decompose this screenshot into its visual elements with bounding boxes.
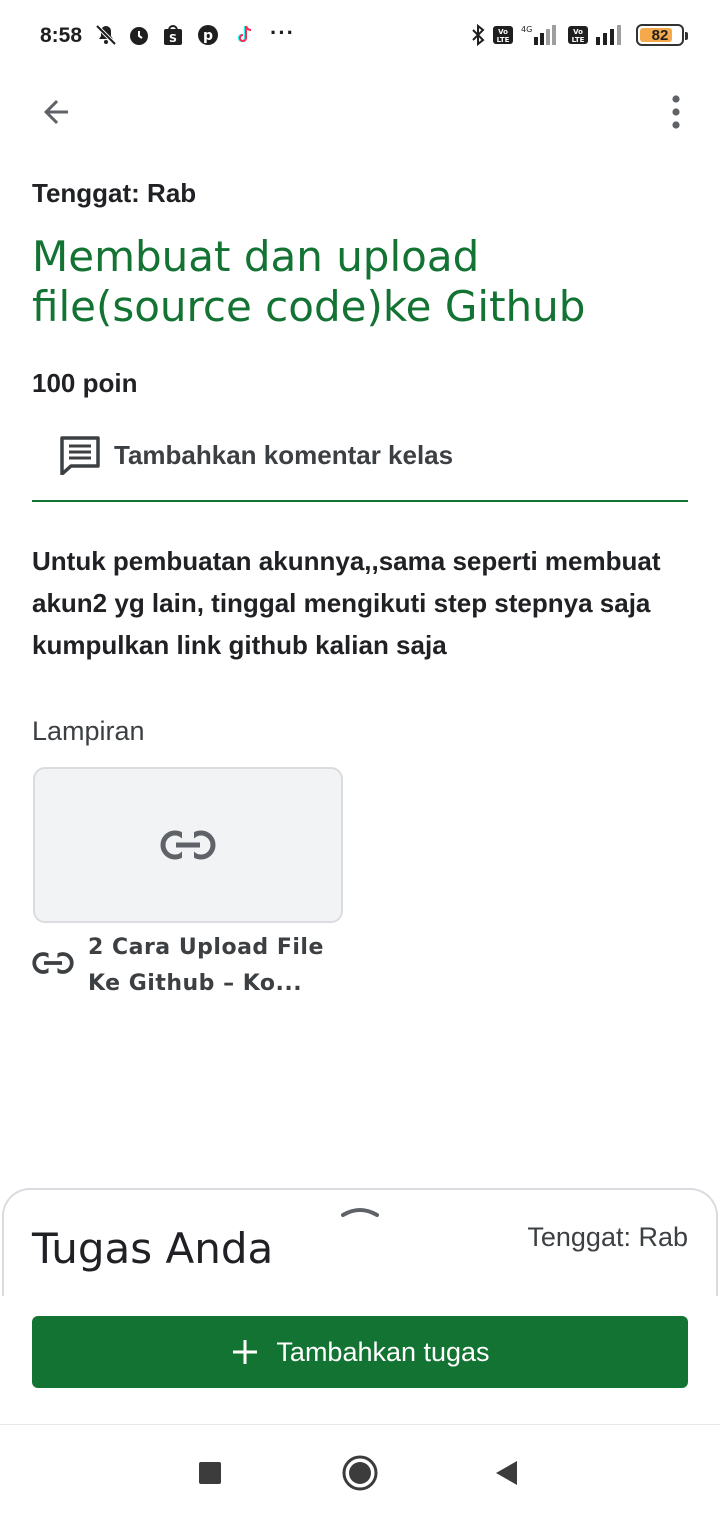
status-bar: 8:58 S p ··· Vo LTE 4G Vo LTE 82 (0, 0, 720, 72)
battery-level: 82 (651, 26, 669, 44)
comment-icon (50, 431, 110, 479)
assignment-description: Untuk pembuatan akunnya,,sama seperti me… (32, 546, 661, 660)
more-options-button[interactable] (652, 88, 700, 136)
due-date: Tenggat: Rab (32, 178, 197, 208)
nav-back-button[interactable] (482, 1449, 530, 1497)
back-icon (496, 1461, 517, 1485)
signal-icon (594, 22, 628, 48)
shopee-icon: S (161, 22, 185, 48)
recents-button[interactable] (186, 1449, 234, 1497)
svg-text:p: p (203, 28, 213, 44)
signal-4g-icon: 4G (520, 22, 560, 48)
your-work-due: Tenggat: Rab (527, 1222, 688, 1252)
attachment-item[interactable]: 2 Cara Upload File Ke Github – Ko... (32, 930, 352, 1002)
attachments-label: Lampiran (32, 716, 145, 746)
svg-text:Vo: Vo (498, 28, 508, 36)
points: 100 poin (32, 368, 138, 398)
divider (32, 500, 688, 502)
add-icon (230, 1337, 260, 1367)
link-icon (160, 830, 216, 860)
attachment-thumbnail[interactable] (33, 767, 343, 923)
mute-icon (94, 22, 118, 48)
svg-text:LTE: LTE (572, 36, 585, 44)
expand-sheet-handle[interactable] (338, 1200, 382, 1222)
add-class-comment-button[interactable]: Tambahkan komentar kelas (32, 422, 688, 488)
arrow-back-icon (44, 100, 68, 124)
link-icon (32, 948, 76, 978)
chevron-up-icon (341, 1208, 379, 1217)
home-icon (342, 1455, 378, 1491)
svg-text:Vo: Vo (573, 28, 583, 36)
recents-icon (199, 1462, 221, 1484)
alarm-icon (127, 22, 151, 48)
svg-text:LTE: LTE (497, 36, 510, 44)
volte-icon: Vo LTE (491, 22, 515, 48)
battery-indicator: 82 (636, 24, 688, 46)
more-notifications-icon: ··· (270, 20, 295, 45)
add-work-label: Tambahkan tugas (276, 1336, 490, 1367)
svg-text:4G: 4G (521, 25, 532, 34)
tiktok-icon (232, 22, 256, 48)
bluetooth-icon (466, 22, 490, 48)
svg-text:S: S (169, 32, 177, 45)
status-time: 8:58 (40, 24, 83, 47)
volte-icon: Vo LTE (566, 22, 590, 48)
more-vert-icon (672, 95, 680, 129)
comment-label: Tambahkan komentar kelas (114, 439, 454, 470)
pinterest-icon: p (196, 22, 220, 48)
back-button[interactable] (32, 88, 80, 136)
add-work-button[interactable]: Tambahkan tugas (32, 1316, 688, 1388)
home-button[interactable] (336, 1449, 384, 1497)
attachment-title: 2 Cara Upload File Ke Github – Ko... (88, 935, 324, 996)
assignment-title: Membuat dan upload file(source code)ke G… (32, 232, 586, 331)
system-nav-bar (0, 1424, 720, 1520)
your-work-title: Tugas Anda (32, 1224, 274, 1273)
